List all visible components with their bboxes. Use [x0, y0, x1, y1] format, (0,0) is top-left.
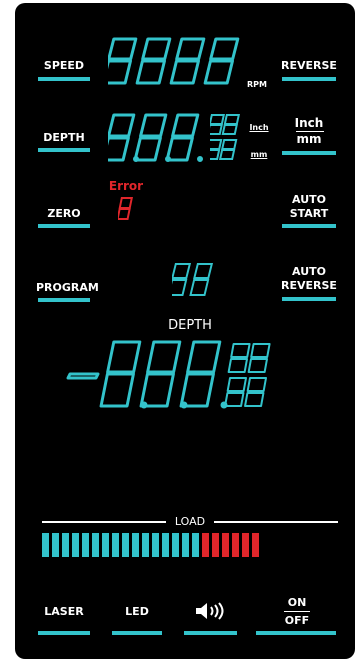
load-cell — [182, 533, 189, 557]
load-line-left — [42, 521, 166, 523]
depth-fraction-digits — [210, 114, 241, 160]
reverse-button-label[interactable]: REVERSE — [280, 59, 338, 72]
zero-button[interactable] — [38, 224, 90, 228]
depth-button[interactable] — [38, 148, 90, 152]
depth-button-label[interactable]: DEPTH — [38, 131, 90, 144]
inch-mm-bottom-label[interactable]: mm — [282, 133, 336, 146]
load-cell — [72, 533, 79, 557]
load-cell — [132, 533, 139, 557]
speed-button-label[interactable]: SPEED — [38, 59, 90, 72]
error-code-digit — [118, 197, 133, 220]
auto-start-label-2[interactable]: START — [282, 207, 336, 220]
led-button-label[interactable]: LED — [112, 605, 162, 618]
unit-inch-label: Inch — [249, 123, 269, 132]
speed-button[interactable] — [38, 77, 90, 81]
auto-reverse-label-2[interactable]: REVERSE — [278, 279, 340, 292]
load-cell — [102, 533, 109, 557]
on-off-button[interactable] — [256, 631, 336, 635]
load-cell — [192, 533, 199, 557]
load-cell — [222, 533, 229, 557]
led-button[interactable] — [112, 631, 162, 635]
load-cell — [62, 533, 69, 557]
load-cell — [152, 533, 159, 557]
zero-button-label[interactable]: ZERO — [38, 207, 90, 220]
sound-button[interactable] — [184, 631, 237, 635]
load-cell — [92, 533, 99, 557]
auto-start-button[interactable] — [282, 224, 336, 228]
big-depth-display — [66, 340, 271, 409]
rpm-unit-label: RPM — [247, 80, 267, 89]
error-label: Error — [108, 179, 144, 193]
unit-mm-label: mm — [250, 150, 268, 159]
laser-button-label[interactable]: LASER — [38, 605, 90, 618]
load-cell — [162, 533, 169, 557]
load-cell — [82, 533, 89, 557]
load-cell — [232, 533, 239, 557]
load-cell — [242, 533, 249, 557]
load-cell — [142, 533, 149, 557]
load-cell — [172, 533, 179, 557]
load-cell — [42, 533, 49, 557]
auto-reverse-label-1[interactable]: AUTO — [282, 265, 336, 278]
depth-seven-segment-display — [108, 113, 203, 162]
inch-mm-top-label[interactable]: Inch — [282, 117, 336, 130]
program-number-display — [172, 263, 214, 296]
on-label[interactable]: ON — [282, 596, 312, 609]
speaker-icon[interactable] — [194, 602, 226, 620]
program-button[interactable] — [38, 298, 90, 302]
rpm-seven-segment-display — [108, 37, 240, 85]
load-line-right — [214, 521, 338, 523]
load-cell — [252, 533, 259, 557]
inch-mm-button[interactable] — [282, 151, 336, 155]
program-button-label[interactable]: PROGRAM — [36, 281, 99, 294]
load-cell — [212, 533, 219, 557]
load-meter — [42, 533, 259, 557]
load-cell — [202, 533, 209, 557]
auto-start-label-1[interactable]: AUTO — [282, 193, 336, 206]
depth-title: DEPTH — [168, 318, 212, 333]
laser-button[interactable] — [38, 631, 90, 635]
load-cell — [122, 533, 129, 557]
load-cell — [52, 533, 59, 557]
load-label: LOAD — [174, 515, 206, 528]
auto-reverse-button[interactable] — [282, 297, 336, 301]
on-off-divider — [284, 611, 310, 612]
load-cell — [112, 533, 119, 557]
off-label[interactable]: OFF — [282, 614, 312, 627]
reverse-button[interactable] — [282, 77, 336, 81]
